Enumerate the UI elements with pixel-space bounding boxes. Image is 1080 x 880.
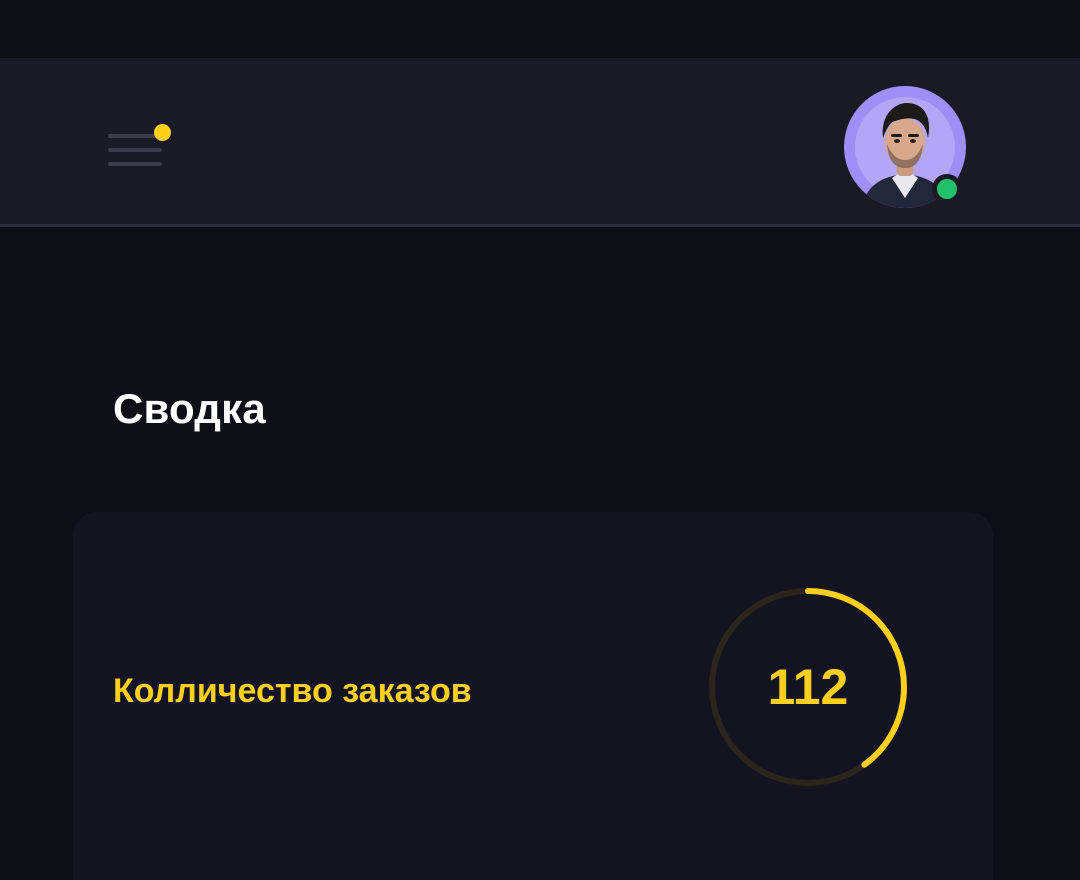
menu-icon-line <box>108 148 162 152</box>
user-avatar-button[interactable] <box>844 86 966 208</box>
online-status-icon <box>932 174 962 204</box>
orders-count-label: Колличество заказов <box>113 672 472 710</box>
orders-progress-ring: 112 <box>706 585 910 789</box>
top-bar <box>0 58 1080 227</box>
app-root: Сводка Колличество заказов 112 <box>0 0 1080 880</box>
page-title: Сводка <box>113 385 266 432</box>
menu-icon-line <box>108 162 162 166</box>
orders-summary-card: Колличество заказов 112 <box>73 512 993 880</box>
orders-count-value: 112 <box>767 659 849 715</box>
menu-button[interactable] <box>100 124 172 176</box>
notification-dot-icon <box>154 124 171 141</box>
